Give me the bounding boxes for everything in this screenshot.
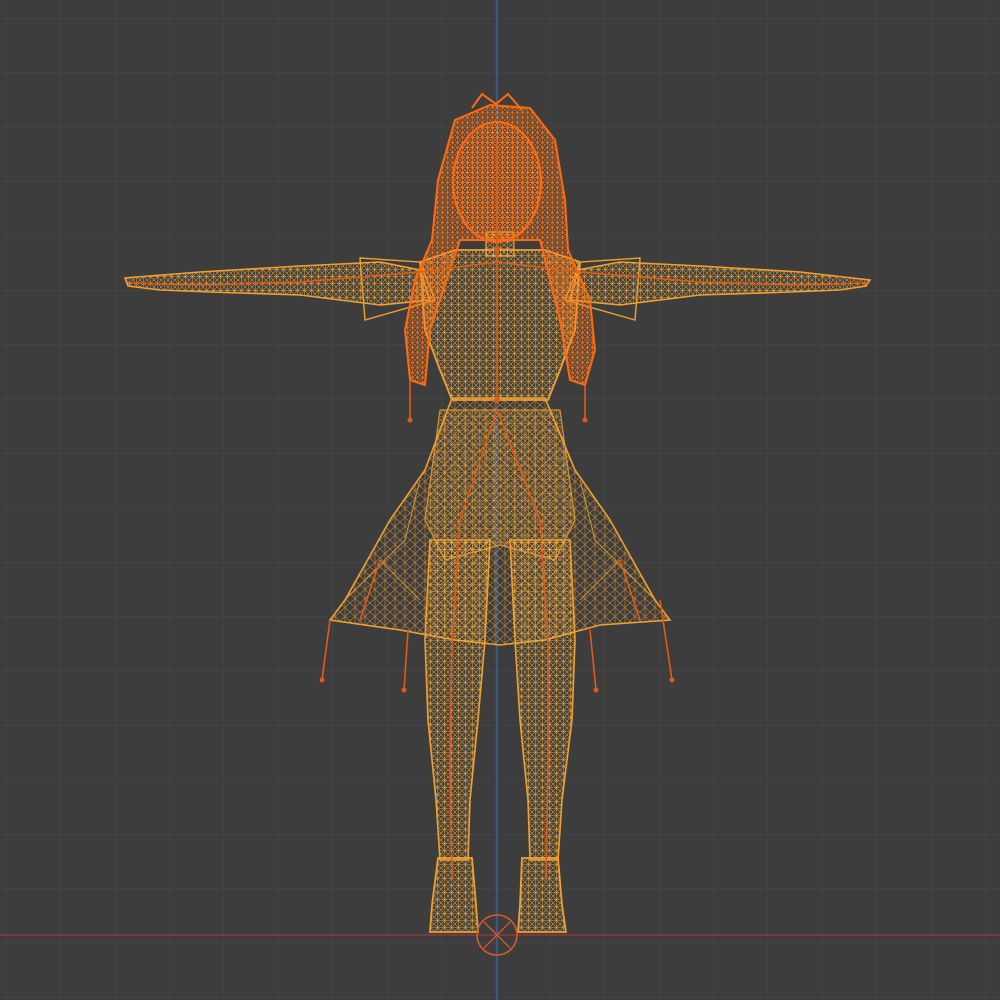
left-shoe-mesh xyxy=(429,857,479,933)
3d-viewport[interactable] xyxy=(0,0,1000,1000)
hips-mesh xyxy=(424,409,576,561)
right-shoe-mesh xyxy=(517,857,568,933)
